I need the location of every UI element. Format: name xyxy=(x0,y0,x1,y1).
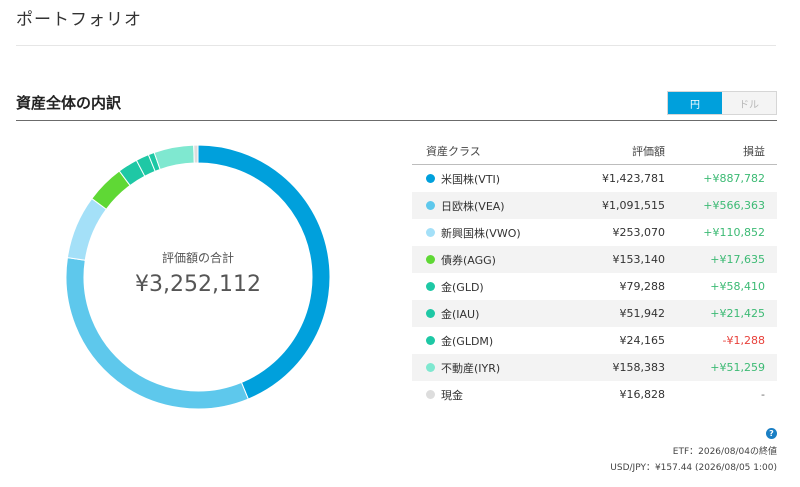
header-value: 評価額 xyxy=(632,145,665,158)
legend-dot-icon xyxy=(426,201,435,210)
donut-total-value: ¥3,252,112 xyxy=(135,272,261,297)
legend-dot-icon xyxy=(426,309,435,318)
asset-name: 金(IAU) xyxy=(441,307,480,321)
legend-dot-icon xyxy=(426,174,435,183)
yen-toggle-button[interactable]: 円 xyxy=(668,92,722,114)
asset-pl: - xyxy=(761,388,765,401)
holdings-table: 資産クラス 評価額 損益 米国株(VTI) ¥1,423,781 +¥887,7… xyxy=(412,138,777,408)
table-row: 金(GLDM) ¥24,165 -¥1,288 xyxy=(412,327,777,354)
table-row: 日欧株(VEA) ¥1,091,515 +¥566,363 xyxy=(412,192,777,219)
allocation-donut-chart: 評価額の合計 ¥3,252,112 xyxy=(66,145,330,409)
table-row: 新興国株(VWO) ¥253,070 +¥110,852 xyxy=(412,219,777,246)
table-body: 米国株(VTI) ¥1,423,781 +¥887,782 日欧株(VEA) ¥… xyxy=(412,165,777,408)
etf-price-note: ETF：2026/08/04の終値 xyxy=(672,447,777,457)
asset-pl: +¥566,363 xyxy=(703,199,765,212)
legend-dot-icon xyxy=(426,363,435,372)
table-row: 金(IAU) ¥51,942 +¥21,425 xyxy=(412,300,777,327)
legend-dot-icon xyxy=(426,282,435,291)
asset-value: ¥79,288 xyxy=(619,280,666,293)
asset-name: 米国株(VTI) xyxy=(441,172,501,186)
asset-name: 新興国株(VWO) xyxy=(441,226,521,240)
legend-dot-icon xyxy=(426,228,435,237)
asset-pl: +¥17,635 xyxy=(710,253,765,266)
asset-pl: +¥110,852 xyxy=(703,226,765,239)
table-header: 資産クラス 評価額 損益 xyxy=(412,138,777,165)
section-title: 資産全体の内訳 xyxy=(16,94,122,112)
header-divider xyxy=(16,45,776,46)
asset-name: 現金 xyxy=(441,388,463,402)
table-row: 現金 ¥16,828 - xyxy=(412,381,777,408)
legend-dot-icon xyxy=(426,255,435,264)
donut-center: 評価額の合計 ¥3,252,112 xyxy=(66,145,330,409)
legend-dot-icon xyxy=(426,336,435,345)
page-title: ポートフォリオ xyxy=(16,10,142,30)
asset-value: ¥51,942 xyxy=(619,307,666,320)
help-icon[interactable]: ? xyxy=(766,428,777,439)
asset-name: 債券(AGG) xyxy=(441,253,496,267)
header-pl: 損益 xyxy=(743,145,765,158)
asset-value: ¥1,091,515 xyxy=(602,199,665,212)
asset-pl: +¥51,259 xyxy=(710,361,765,374)
asset-pl: +¥58,410 xyxy=(710,280,765,293)
currency-toggle: 円 ドル xyxy=(667,91,777,115)
asset-name: 金(GLDM) xyxy=(441,334,494,348)
donut-total-label: 評価額の合計 xyxy=(161,251,234,265)
asset-pl: +¥21,425 xyxy=(710,307,765,320)
header-asset-class: 資産クラス xyxy=(426,145,481,158)
asset-value: ¥153,140 xyxy=(612,253,666,266)
asset-pl: -¥1,288 xyxy=(722,334,765,347)
legend-dot-icon xyxy=(426,390,435,399)
fx-rate-note: USD/JPY：¥157.44 (2026/08/05 1:00) xyxy=(610,463,777,473)
asset-value: ¥158,383 xyxy=(612,361,666,374)
table-row: 米国株(VTI) ¥1,423,781 +¥887,782 xyxy=(412,165,777,192)
table-row: 金(GLD) ¥79,288 +¥58,410 xyxy=(412,273,777,300)
section-divider xyxy=(16,120,777,121)
table-row: 不動産(IYR) ¥158,383 +¥51,259 xyxy=(412,354,777,381)
asset-value: ¥24,165 xyxy=(619,334,666,347)
dollar-toggle-button[interactable]: ドル xyxy=(722,92,776,114)
asset-value: ¥1,423,781 xyxy=(602,172,665,185)
asset-name: 金(GLD) xyxy=(441,280,484,294)
asset-value: ¥16,828 xyxy=(619,388,666,401)
asset-pl: +¥887,782 xyxy=(703,172,765,185)
table-row: 債券(AGG) ¥153,140 +¥17,635 xyxy=(412,246,777,273)
asset-name: 日欧株(VEA) xyxy=(441,199,505,213)
asset-name: 不動産(IYR) xyxy=(441,361,501,375)
asset-value: ¥253,070 xyxy=(612,226,666,239)
